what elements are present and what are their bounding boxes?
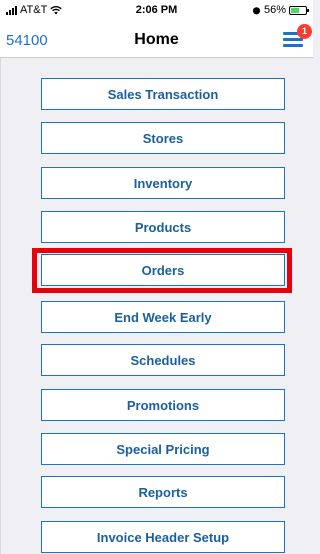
page-title: Home bbox=[134, 31, 179, 48]
inventory-button[interactable]: Inventory bbox=[41, 167, 285, 199]
battery-info: 56% bbox=[252, 4, 309, 16]
status-bar: AT&T 2:06 PM 56% bbox=[0, 0, 313, 20]
stores-button[interactable]: Stores bbox=[41, 122, 285, 154]
nav-bar: 54100 Home 1 bbox=[0, 20, 313, 58]
invoice-header-setup-button[interactable]: Invoice Header Setup bbox=[41, 521, 285, 553]
products-button[interactable]: Products bbox=[41, 211, 285, 243]
sales-transaction-button[interactable]: Sales Transaction bbox=[41, 78, 285, 110]
alarm-icon bbox=[252, 6, 261, 14]
schedules-button[interactable]: Schedules bbox=[41, 344, 285, 376]
orders-button[interactable]: Orders bbox=[41, 254, 285, 286]
special-pricing-button[interactable]: Special Pricing bbox=[41, 433, 285, 465]
home-menu: Sales Transaction Stores Inventory Produ… bbox=[0, 58, 313, 554]
hamburger-menu-icon[interactable]: 1 bbox=[283, 24, 312, 48]
battery-icon bbox=[289, 5, 309, 15]
reports-button[interactable]: Reports bbox=[41, 476, 285, 508]
notification-badge: 1 bbox=[297, 24, 312, 39]
end-week-early-button[interactable]: End Week Early bbox=[41, 301, 285, 333]
promotions-button[interactable]: Promotions bbox=[41, 389, 285, 421]
battery-percent: 56% bbox=[263, 4, 286, 16]
